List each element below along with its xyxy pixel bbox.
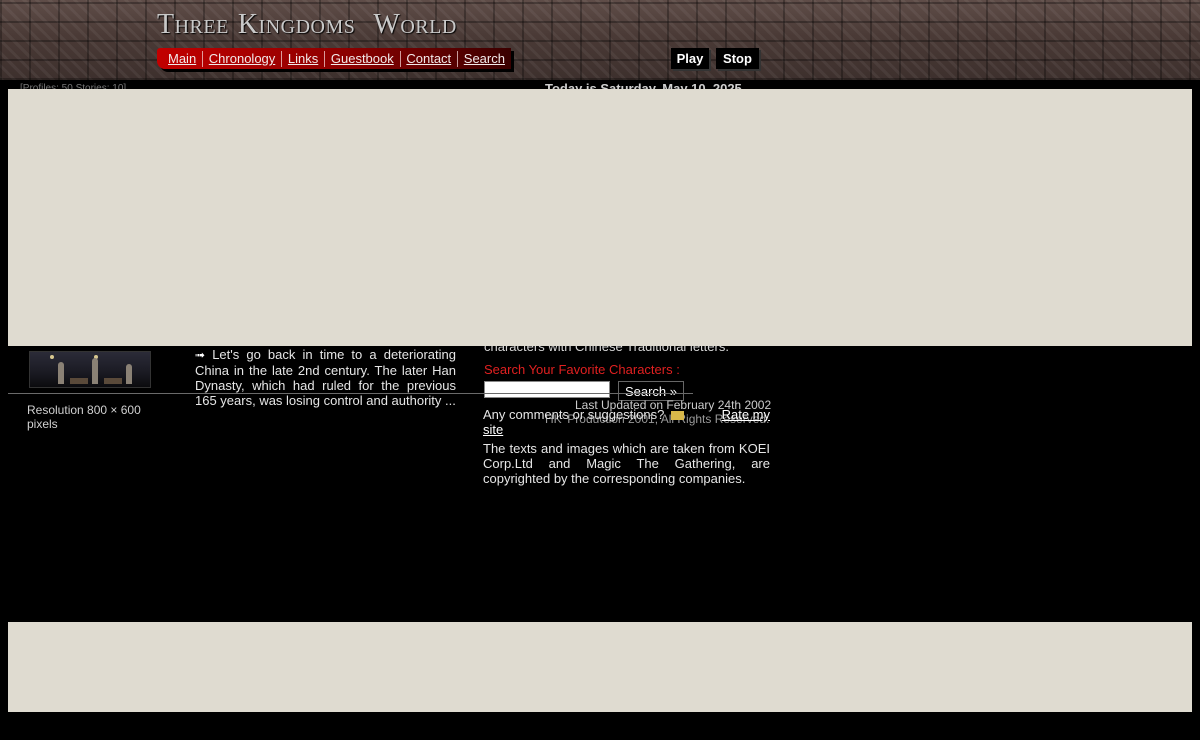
divider [8, 393, 693, 394]
nav-link-guestbook[interactable]: Guestbook [328, 51, 400, 66]
comments-block: Rate my Any comments or suggestions? sit… [483, 407, 770, 437]
figure-icon [126, 364, 132, 384]
search-input[interactable] [484, 381, 610, 398]
figure-icon [58, 362, 64, 384]
nav-separator [457, 50, 458, 67]
nav-separator [202, 50, 203, 67]
page: Three Kingdoms World Main Chronology Links… [0, 0, 1200, 740]
nav-link-links[interactable]: Links [285, 51, 324, 66]
rate-my-site-link[interactable]: Rate my [722, 407, 770, 422]
table-icon [70, 378, 88, 384]
characters-note-text: characters with Chinese Traditional lett… [484, 346, 729, 354]
site-title-word-2: Kingdoms [237, 9, 356, 40]
story-intro: ➟ Let's go back in time to a deteriorati… [195, 347, 456, 408]
nav-separator [281, 50, 282, 67]
header-banner: Three Kingdoms World Main Chronology Links… [0, 0, 1200, 80]
rate-my-site-link-cont[interactable]: site [483, 422, 503, 437]
overlay-panel-top [8, 89, 1192, 346]
characters-note: characters with Chinese Traditional lett… [484, 346, 774, 355]
main-nav: Main Chronology Links Guestbook Contact … [157, 48, 511, 69]
search-label: Search Your Favorite Characters : [484, 362, 680, 377]
nav-link-search[interactable]: Search [461, 51, 511, 66]
play-button[interactable]: Play [671, 48, 709, 69]
nav-separator [324, 50, 325, 67]
nav-separator [399, 50, 401, 67]
copyright-disclaimer: The texts and images which are taken fro… [483, 441, 770, 486]
nav-link-chronology[interactable]: Chronology [206, 51, 282, 66]
mail-icon[interactable] [671, 411, 684, 420]
figure-icon [92, 358, 98, 384]
nav-link-main[interactable]: Main [165, 51, 202, 66]
three-kingdoms-scene-thumbnail [29, 351, 151, 388]
site-title-word-3: World [373, 9, 457, 40]
arrow-right-icon: ➟ [195, 348, 206, 362]
site-title: Three Kingdoms World [157, 9, 457, 41]
site-title-word-1: Three [157, 9, 229, 40]
lamp-icon [50, 355, 54, 359]
comments-text: Any comments or suggestions? [483, 407, 665, 422]
overlay-panel-bottom [8, 622, 1192, 712]
story-intro-text: Let's go back in time to a deteriorating… [195, 347, 456, 408]
nav-link-contact[interactable]: Contact [403, 51, 457, 66]
resolution-note: Resolution 800 × 600 pixels [27, 403, 141, 431]
table-icon [104, 378, 122, 384]
stop-button[interactable]: Stop [716, 48, 759, 69]
